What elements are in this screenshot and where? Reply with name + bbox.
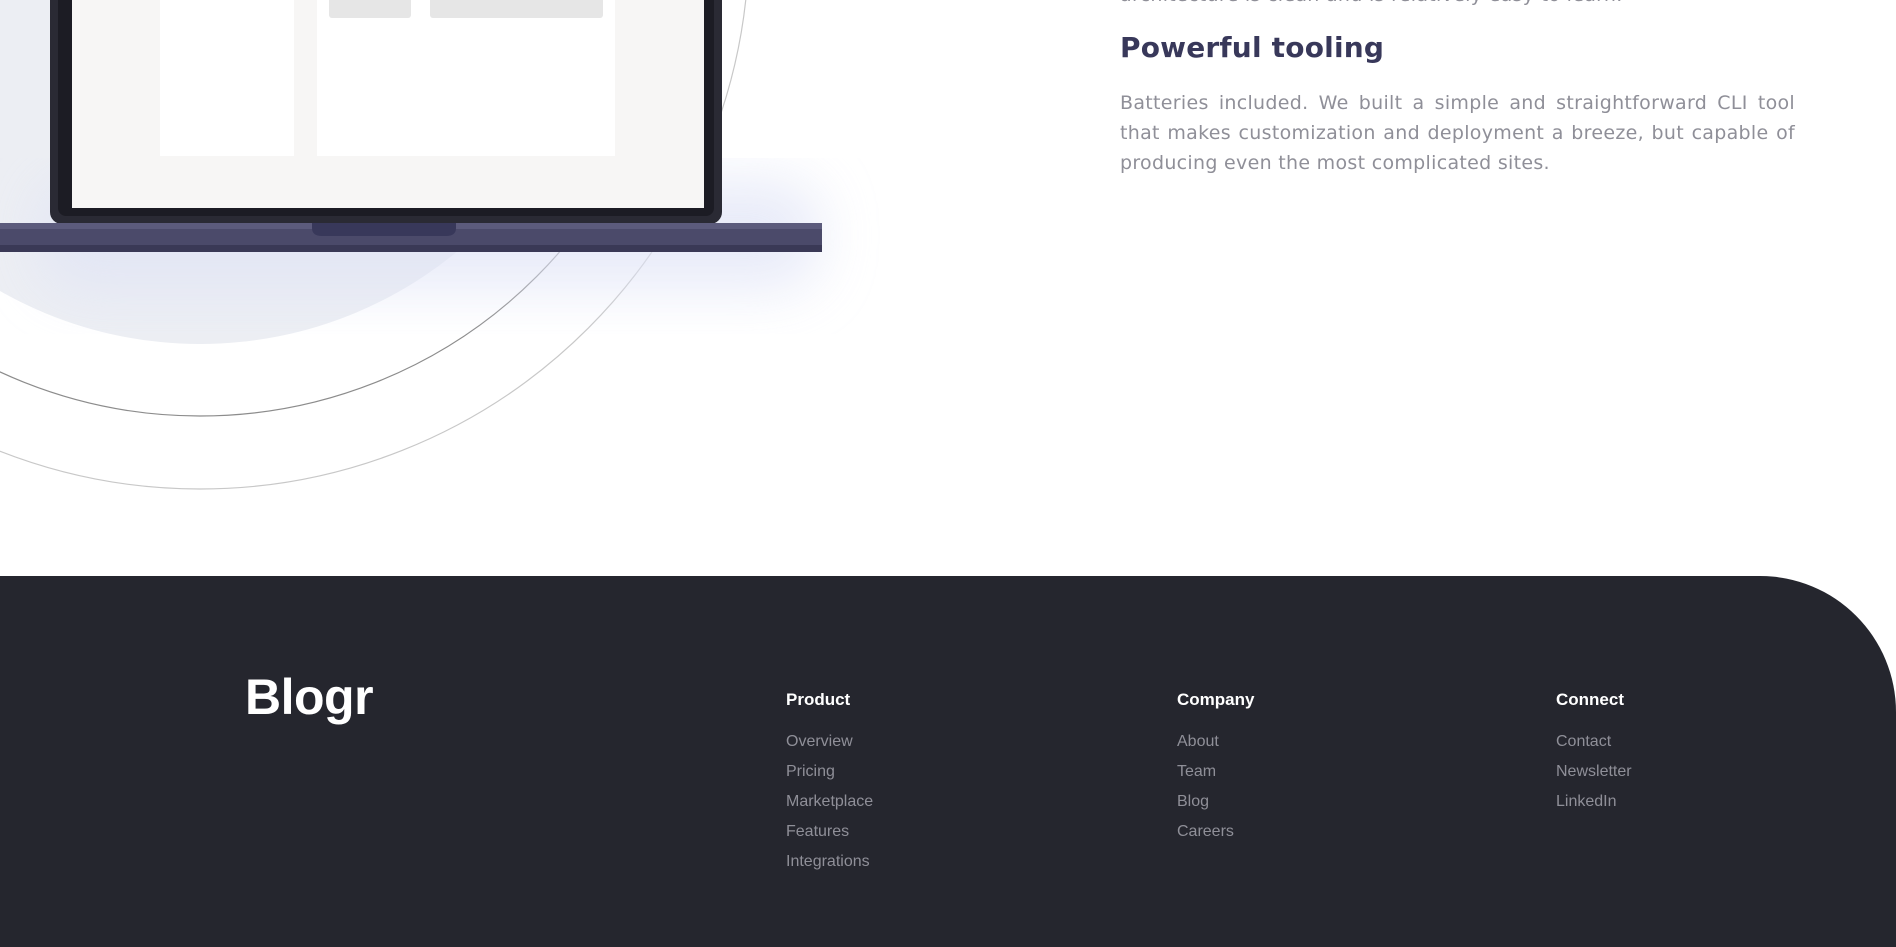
footer-link-marketplace[interactable]: Marketplace <box>786 793 873 810</box>
footer-link-pricing[interactable]: Pricing <box>786 763 835 780</box>
footer-link-about[interactable]: About <box>1177 733 1219 750</box>
footer-link-integrations[interactable]: Integrations <box>786 853 870 870</box>
footer-link-careers[interactable]: Careers <box>1177 823 1234 840</box>
footer-link-team[interactable]: Team <box>1177 763 1216 780</box>
footer-link-list: Contact Newsletter LinkedIn <box>1556 726 1632 816</box>
footer-column-product: Product Overview Pricing Marketplace Fea… <box>786 688 873 876</box>
footer-link-newsletter[interactable]: Newsletter <box>1556 763 1632 780</box>
footer-link-list: About Team Blog Careers <box>1177 726 1254 846</box>
feature-section: architecture is clean and is relatively … <box>1120 0 1795 178</box>
feature-previous-text: architecture is clean and is relatively … <box>1120 0 1795 10</box>
footer-column-company: Company About Team Blog Careers <box>1177 688 1254 846</box>
feature-description: Batteries included. We built a simple an… <box>1120 92 1795 174</box>
footer-column-heading: Company <box>1177 690 1255 709</box>
footer-link-overview[interactable]: Overview <box>786 733 853 750</box>
footer-column-heading: Connect <box>1556 690 1624 709</box>
footer-link-blog[interactable]: Blog <box>1177 793 1209 810</box>
laptop <box>0 0 822 252</box>
footer-link-contact[interactable]: Contact <box>1556 733 1611 750</box>
laptop-illustration <box>0 0 822 490</box>
footer-link-features[interactable]: Features <box>786 823 849 840</box>
footer-column-heading: Product <box>786 690 851 709</box>
footer-logo[interactable]: Blogr <box>245 669 374 725</box>
footer-link-linkedin[interactable]: LinkedIn <box>1556 793 1617 810</box>
footer-column-connect: Connect Contact Newsletter LinkedIn <box>1556 688 1632 816</box>
footer-link-list: Overview Pricing Marketplace Features In… <box>786 726 873 876</box>
feature-heading: Powerful tooling <box>1120 31 1385 64</box>
site-footer: Blogr Product Overview Pricing Marketpla… <box>0 576 1896 947</box>
